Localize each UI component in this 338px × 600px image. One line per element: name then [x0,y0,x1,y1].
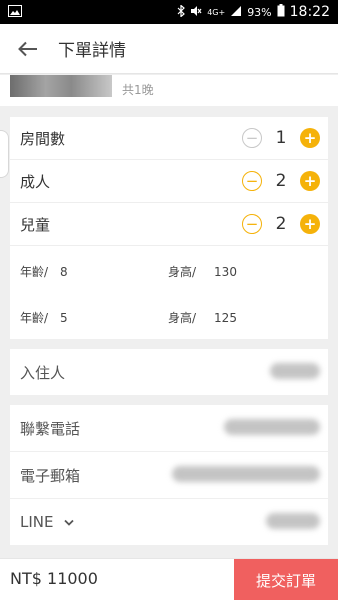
child-2-age[interactable]: 5 [60,311,68,325]
guest-count-card: 房間數 − 1 + 成人 − 2 + 兒童 − 2 + 年齡/8 身高/130 … [10,117,328,339]
bluetooth-icon [177,3,186,20]
child-2-height[interactable]: 125 [214,311,237,325]
child-2-height-info: 身高/125 [168,309,237,326]
adults-row: 成人 − 2 + [10,160,328,203]
network-label: 4G+ [207,7,226,17]
children-value: 2 [275,214,287,234]
minus-icon: − [245,171,259,190]
battery-icon [277,4,285,20]
line-id-value-redacted [266,513,320,529]
mute-icon [190,5,202,20]
children-label: 兒童 [20,215,51,234]
signal-icon [230,5,242,20]
children-row: 兒童 − 2 + [10,203,328,246]
submit-order-button[interactable]: 提交訂單 [234,559,338,600]
battery-percent: 93% [247,5,272,19]
child-1-info: 年齡/8 [20,263,68,280]
child-1-age-label: 年齡/ [20,265,49,279]
app-header: 下單詳情 [0,24,338,74]
children-increment-button[interactable]: + [300,214,320,234]
hotel-thumbnail [10,75,112,97]
children-stepper: − 2 + [242,214,320,234]
child-1-age[interactable]: 8 [60,265,68,279]
email-row[interactable]: 電子郵箱 [10,452,328,498]
children-decrement-button[interactable]: − [242,214,262,234]
adults-stepper: − 2 + [242,171,320,191]
guest-name-row[interactable]: 入住人 [10,349,328,395]
child-1-height[interactable]: 130 [214,265,237,279]
child-2-height-label: 身高/ [168,311,197,325]
rooms-value: 1 [275,128,287,148]
child-2-age-label: 年齡/ [20,311,49,325]
child-2-info: 年齡/5 [20,309,68,326]
email-label: 電子郵箱 [20,466,81,485]
minus-icon: − [245,128,259,147]
line-contact-row[interactable]: LINE [10,499,328,545]
contact-type-label: LINE [20,513,54,531]
plus-icon: + [303,128,317,147]
image-notification-icon [8,4,22,20]
back-arrow-icon [18,41,37,56]
minus-icon: − [245,214,259,233]
clock: 18:22 [289,4,330,20]
plus-icon: + [303,214,317,233]
rooms-decrement-button[interactable]: − [242,128,262,148]
checkout-bar: NT$ 11000 提交訂單 [0,558,338,600]
adults-decrement-button[interactable]: − [242,171,262,191]
phone-label: 聯繫電話 [20,419,81,438]
edge-panel-handle[interactable] [0,130,9,178]
adults-increment-button[interactable]: + [300,171,320,191]
nights-count: 共1晚 [122,83,154,97]
rooms-label: 房間數 [20,129,66,148]
rooms-row: 房間數 − 1 + [10,117,328,160]
phone-value-redacted [224,419,320,435]
page-title: 下單詳情 [58,41,126,61]
phone-row[interactable]: 聯繫電話 [10,405,328,451]
adults-label: 成人 [20,172,51,191]
chevron-down-icon [64,519,74,527]
guest-name-value-redacted [270,363,320,379]
rooms-increment-button[interactable]: + [300,128,320,148]
back-button[interactable] [14,35,42,63]
total-price: NT$ 11000 [10,569,98,588]
guest-name-label: 入住人 [20,363,66,382]
adults-value: 2 [275,171,287,191]
child-1-height-label: 身高/ [168,265,197,279]
status-bar: 4G+ 93% 18:22 [0,0,338,24]
contact-type-dropdown[interactable]: LINE [20,513,74,531]
rooms-stepper: − 1 + [242,128,320,148]
plus-icon: + [303,171,317,190]
email-value-redacted [172,466,320,482]
hotel-summary: 共1晚 [0,75,338,106]
child-1-height-info: 身高/130 [168,263,237,280]
